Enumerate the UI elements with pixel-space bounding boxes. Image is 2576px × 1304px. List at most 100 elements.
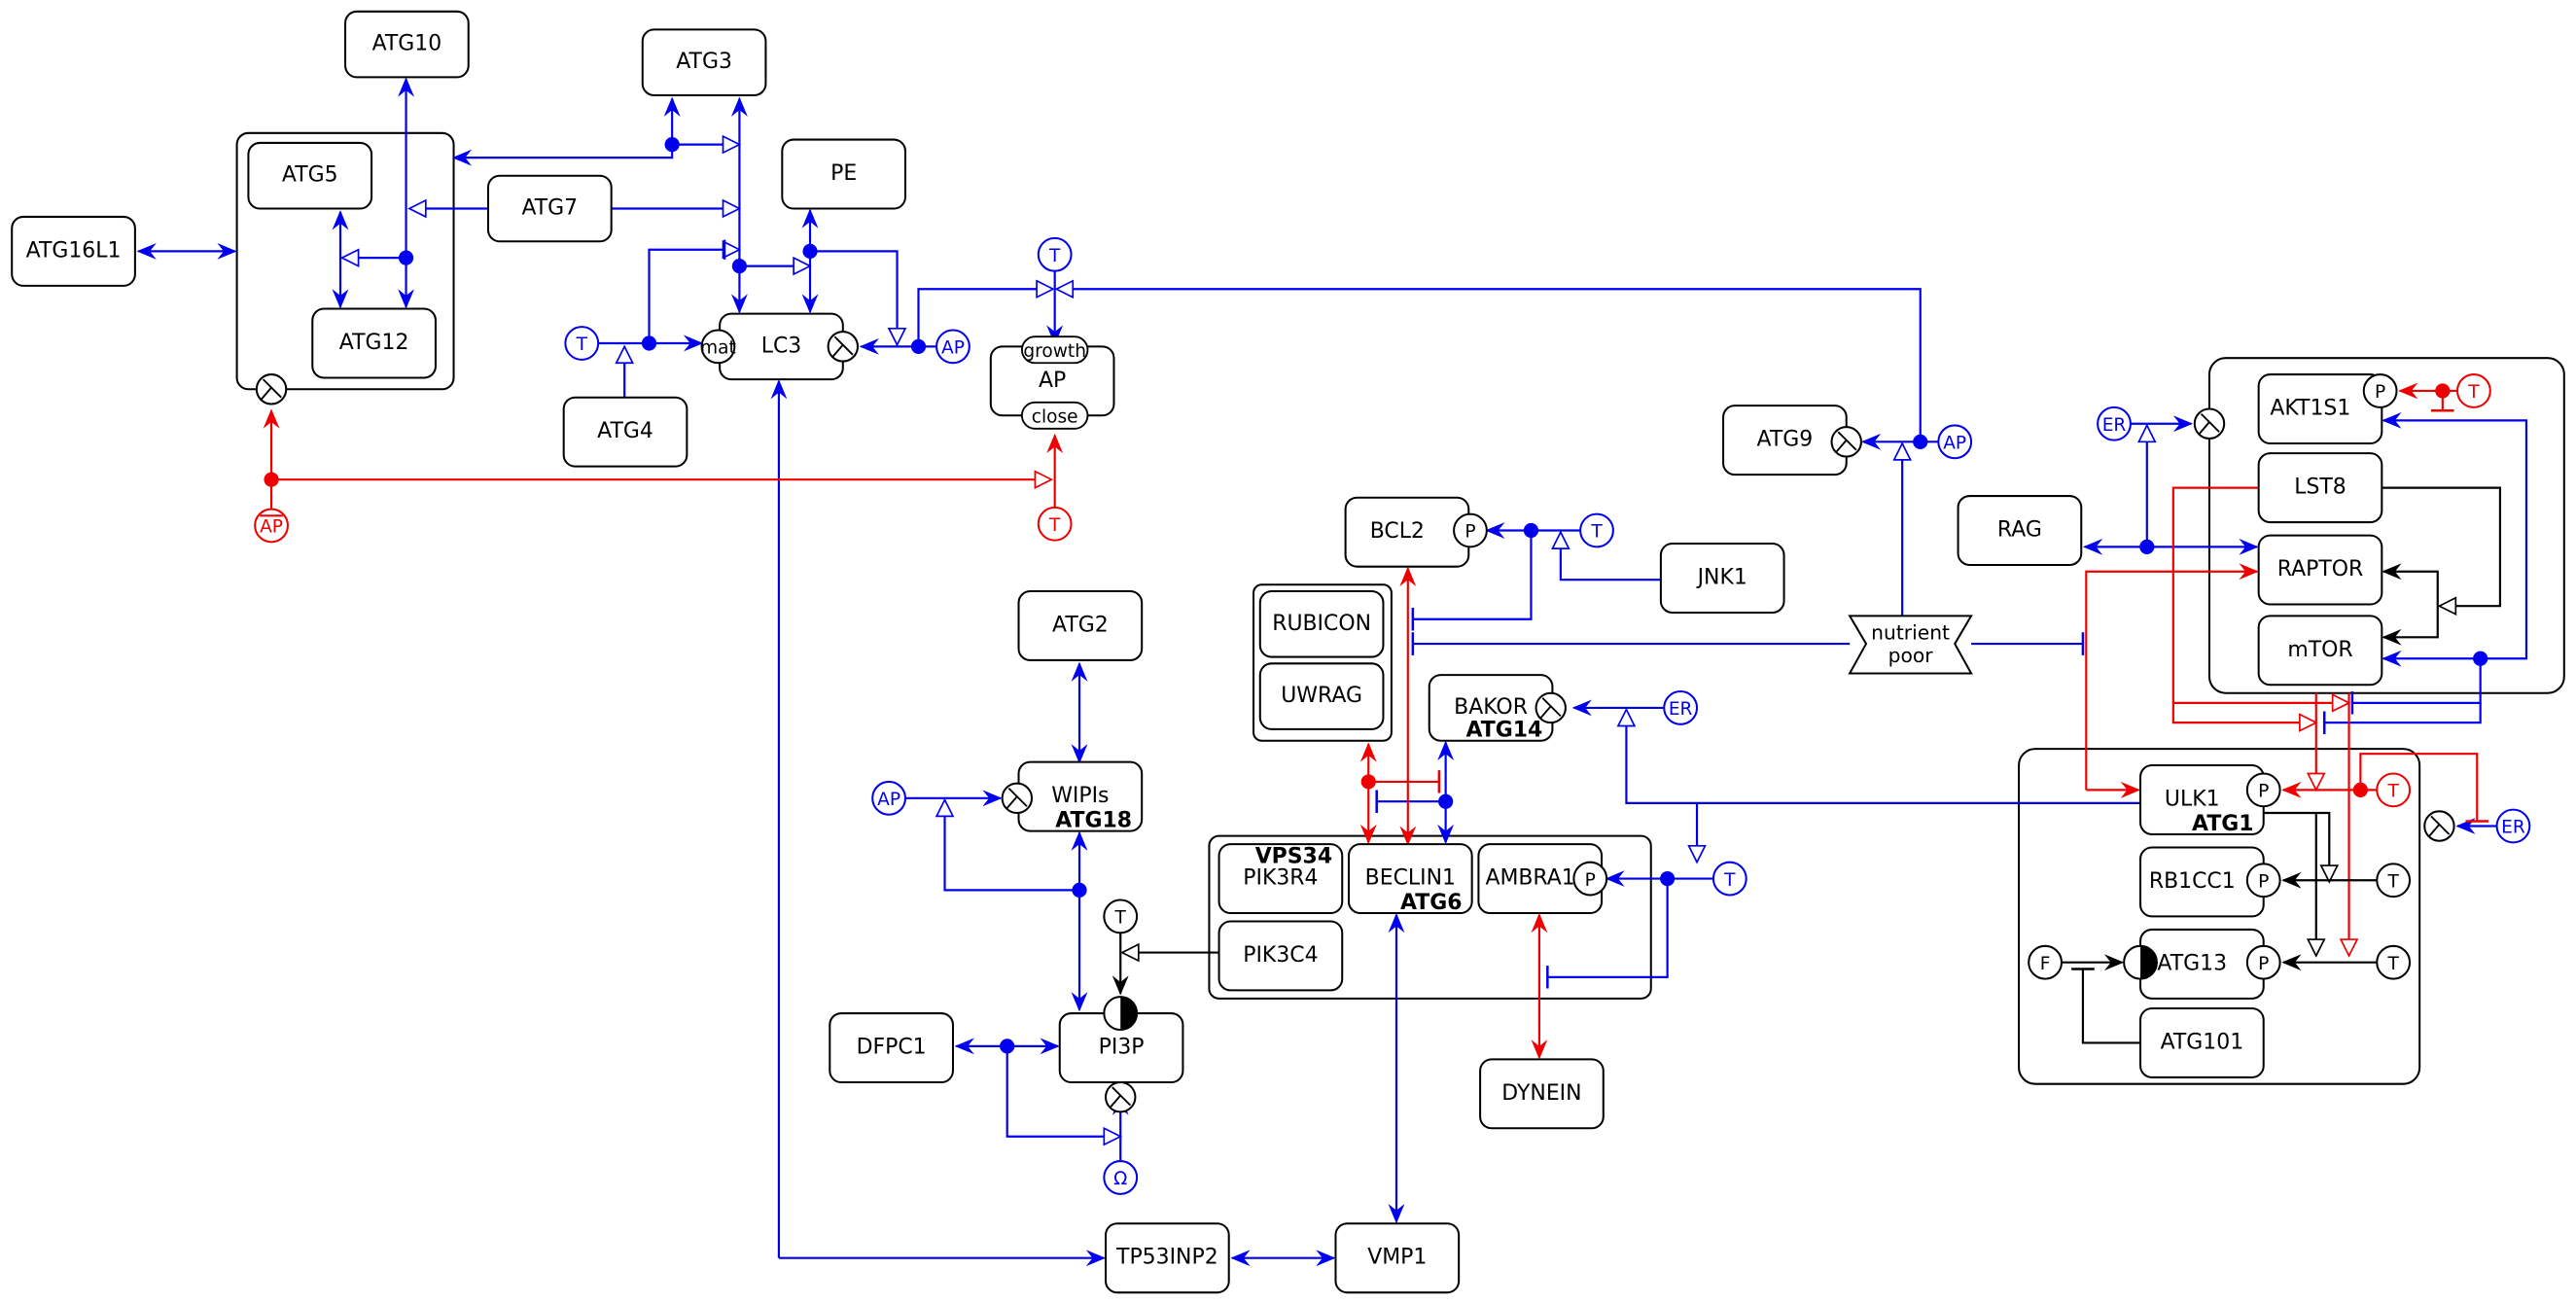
node-label: RAG [1997, 518, 2042, 543]
node-rag[interactable]: RAG [1957, 495, 2083, 567]
node-atg101[interactable]: ATG101 [2139, 1006, 2265, 1078]
er-signal: ER [2495, 808, 2531, 844]
t-signal-label: T [1048, 246, 1061, 266]
t-signal: T [1579, 512, 1614, 548]
phospho-site: P [1572, 861, 1608, 897]
ap-signal: AP [1937, 424, 1973, 460]
f-signal: F [2028, 944, 2063, 980]
node-bcl2[interactable]: BCL2 [1344, 496, 1470, 568]
node-label: TP53INP2 [1115, 1246, 1218, 1270]
degradation-icon [1001, 782, 1034, 815]
node-beclin1[interactable]: BECLIN1ATG6 [1347, 843, 1473, 915]
node-label: DYNEIN [1501, 1081, 1581, 1106]
er-signal-label: ER [1669, 699, 1693, 720]
node-rb1cc1[interactable]: RB1CC1 [2139, 846, 2265, 918]
node-atg7[interactable]: ATG7 [486, 174, 613, 243]
degradation-icon [1830, 426, 1862, 458]
node-label: RB1CC1 [2149, 869, 2236, 894]
t-signal-label: T [1723, 870, 1736, 891]
t-signal: T [1103, 899, 1139, 934]
node-dfpc1[interactable]: DFPC1 [829, 1012, 954, 1084]
node-atg10[interactable]: ATG10 [344, 10, 470, 79]
node-atg2[interactable]: ATG2 [1017, 589, 1144, 661]
node-atg5[interactable]: ATG5 [247, 141, 373, 210]
half-filled-circle-icon [1103, 996, 1139, 1031]
node-label: ATG101 [2161, 1030, 2244, 1054]
node-vmp1[interactable]: VMP1 [1334, 1222, 1461, 1294]
ap-signal-label: AP [1943, 434, 1966, 454]
nutrient-poor-phenotype[interactable]: nutrient poor [1848, 615, 1973, 675]
node-akt1s1[interactable]: AKT1S1 [2257, 373, 2383, 445]
not-ap-signal-label: AP [260, 517, 283, 538]
node-pe[interactable]: PE [781, 138, 906, 210]
t-signal: T [1037, 506, 1073, 542]
node-atg16l1[interactable]: ATG16L1 [11, 215, 136, 287]
ap-signal: AP [935, 329, 970, 365]
t-signal-label: T [2386, 954, 2399, 974]
omega-signal: Ω [1103, 1160, 1139, 1195]
node-label: AMBRA1 [1485, 866, 1574, 891]
node-rubicon[interactable]: RUBICON [1258, 589, 1385, 658]
node-label: BCL2 [1370, 519, 1425, 544]
degradation-icon [2423, 810, 2455, 842]
t-signal-label: T [2467, 382, 2480, 403]
omega-signal-label: Ω [1113, 1169, 1127, 1189]
node-label: VMP1 [1367, 1246, 1427, 1270]
degradation-icon [827, 331, 860, 363]
node-atg9[interactable]: ATG9 [1722, 405, 1848, 476]
node-label: PE [830, 161, 857, 186]
alias-label: ATG14 [1466, 719, 1543, 743]
mat-state: mat [700, 329, 736, 365]
node-label: mTOR [2287, 638, 2352, 662]
node-lc3[interactable]: LC3 [719, 312, 844, 381]
node-tp53inp2[interactable]: TP53INP2 [1105, 1222, 1230, 1294]
node-label: ATG2 [1052, 613, 1109, 637]
close-state-label: close [1032, 406, 1078, 427]
node-atg13[interactable]: ATG13 [2139, 928, 2265, 1000]
er-signal-label: ER [2102, 415, 2127, 436]
t-signal: T [2376, 863, 2412, 899]
node-mtor[interactable]: mTOR [2257, 615, 2383, 687]
node-label: AP [1039, 369, 1066, 393]
node-uwrag[interactable]: UWRAG [1258, 662, 1385, 730]
node-label: ATG5 [282, 163, 338, 188]
phospho-site-label: P [1585, 870, 1596, 891]
t-signal: T [1037, 236, 1073, 272]
node-ulk1[interactable]: ULK1ATG1 [2139, 764, 2265, 836]
node-label: ATG9 [1757, 428, 1814, 452]
node-label: BECLIN1 [1365, 866, 1456, 891]
growth-state: growth [1020, 335, 1089, 365]
node-lst8[interactable]: LST8 [2257, 452, 2383, 524]
node-label: ATG10 [372, 32, 442, 56]
node-label: ATG7 [521, 195, 578, 220]
node-label: WIPIs [1051, 784, 1109, 808]
node-atg4[interactable]: ATG4 [562, 396, 688, 468]
phospho-site: P [1453, 512, 1488, 548]
node-atg3[interactable]: ATG3 [641, 28, 767, 96]
node-label: ULK1 [2165, 788, 2220, 812]
t-signal-label: T [1048, 515, 1061, 536]
t-signal: T [1711, 861, 1747, 897]
node-wipis[interactable]: WIPIsATG18 [1017, 760, 1144, 833]
phospho-site-label: P [2258, 954, 2269, 974]
node-label: AKT1S1 [2270, 397, 2350, 421]
alias-label: ATG6 [1400, 891, 1463, 915]
t-signal-label: T [1590, 522, 1603, 543]
phospho-site: P [2245, 772, 2281, 808]
node-bakor[interactable]: BAKORATG14 [1428, 674, 1554, 743]
node-label: BAKOR [1454, 695, 1528, 720]
degradation-icon [255, 373, 288, 405]
er-signal: ER [1663, 690, 1699, 725]
node-atg12[interactable]: ATG12 [311, 307, 437, 379]
node-raptor[interactable]: RAPTOR [2257, 534, 2383, 606]
t-signal: T [2376, 772, 2412, 808]
node-label: DFPC1 [857, 1036, 927, 1060]
node-jnk1[interactable]: JNK1 [1659, 543, 1785, 614]
node-label: RAPTOR [2277, 557, 2363, 582]
node-dynein[interactable]: DYNEIN [1479, 1058, 1605, 1130]
node-label: ATG4 [597, 419, 653, 443]
f-signal-label: F [2040, 954, 2051, 974]
phospho-site: P [2362, 373, 2398, 408]
node-pik3r4[interactable]: PIK3R4VPS34 [1217, 843, 1344, 915]
node-pik3c4[interactable]: PIK3C4 [1217, 920, 1344, 992]
